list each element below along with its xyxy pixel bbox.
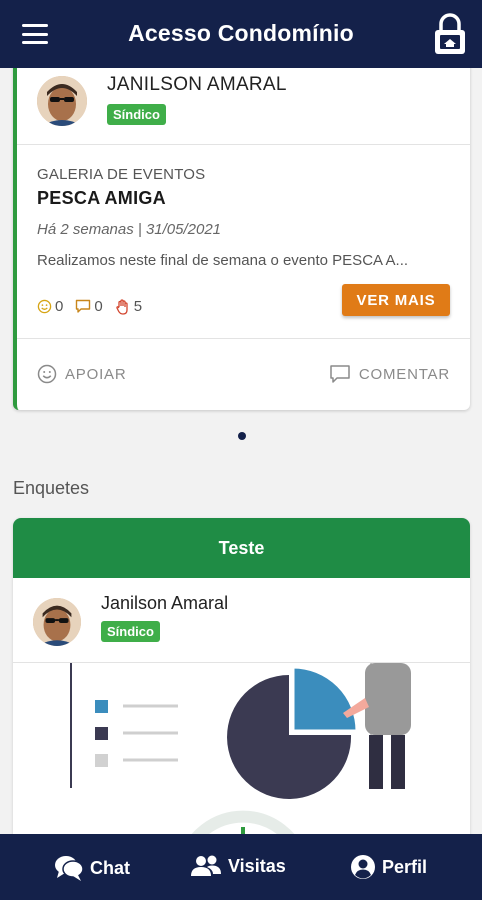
poll-illustration	[70, 663, 411, 834]
like-count: 5	[133, 298, 143, 315]
nav-chat-label: Chat	[90, 857, 130, 878]
post-title: PESCA AMIGA	[37, 188, 166, 208]
post-excerpt: Realizamos neste final de semana o event…	[37, 252, 409, 269]
event-post-card: JANILSON AMARAL Síndico GALERIA DE EVENT…	[13, 68, 470, 410]
nav-visitas-label: Visitas	[228, 855, 286, 876]
comment-icon	[330, 365, 350, 383]
app-header: Acesso Condomínio	[0, 0, 482, 68]
profile-icon	[351, 855, 375, 879]
smile-count: 0	[55, 298, 64, 315]
see-more-button[interactable]: VER MAIS	[342, 284, 450, 316]
avatar	[37, 76, 87, 126]
poll-card[interactable]: Teste Janilson Amaral Síndico	[13, 518, 470, 834]
nav-perfil[interactable]: Perfil	[350, 854, 427, 880]
nav-chat[interactable]: Chat	[54, 854, 130, 882]
reaction-counts: 0 0 5	[37, 298, 148, 315]
comment-button[interactable]: COMENTAR	[329, 364, 450, 384]
page-title: Acesso Condomínio	[128, 20, 354, 46]
smile-icon	[37, 299, 52, 314]
users-icon	[191, 855, 221, 876]
comment-reaction: 0	[75, 298, 103, 315]
chat-icon	[55, 856, 84, 881]
like-reaction: 5	[115, 298, 142, 315]
nav-perfil-label: Perfil	[382, 856, 428, 877]
lock-icon[interactable]	[432, 12, 468, 56]
comment-icon	[76, 299, 91, 313]
support-button[interactable]: APOIAR	[37, 364, 126, 384]
role-badge: Síndico	[101, 621, 160, 642]
divider	[17, 338, 470, 339]
feed-content[interactable]: JANILSON AMARAL Síndico GALERIA DE EVENT…	[0, 68, 482, 834]
poll-title: Teste	[13, 518, 470, 578]
app-screen: Acesso Condomínio JANILSON AMARAL Síndic…	[0, 0, 482, 900]
comment-label: COMENTAR	[358, 365, 450, 383]
role-badge: Síndico	[107, 104, 166, 125]
nav-visitas[interactable]: Visitas	[190, 854, 286, 878]
bottom-navigation: Chat Visitas Perfil	[0, 834, 482, 900]
smile-icon	[37, 364, 57, 384]
post-author-name: JANILSON AMARAL	[107, 74, 287, 95]
support-label: APOIAR	[65, 365, 127, 383]
avatar	[33, 598, 81, 646]
post-date: Há 2 semanas | 31/05/2021	[37, 221, 222, 238]
post-category: GALERIA DE EVENTOS	[37, 166, 206, 183]
carousel-indicator[interactable]	[238, 432, 246, 440]
comment-count: 0	[94, 298, 103, 315]
divider	[17, 144, 470, 145]
smile-reaction: 0	[37, 298, 63, 315]
poll-author-name: Janilson Amaral	[101, 593, 229, 613]
section-title: Enquetes	[13, 478, 90, 498]
clap-icon	[115, 298, 128, 315]
